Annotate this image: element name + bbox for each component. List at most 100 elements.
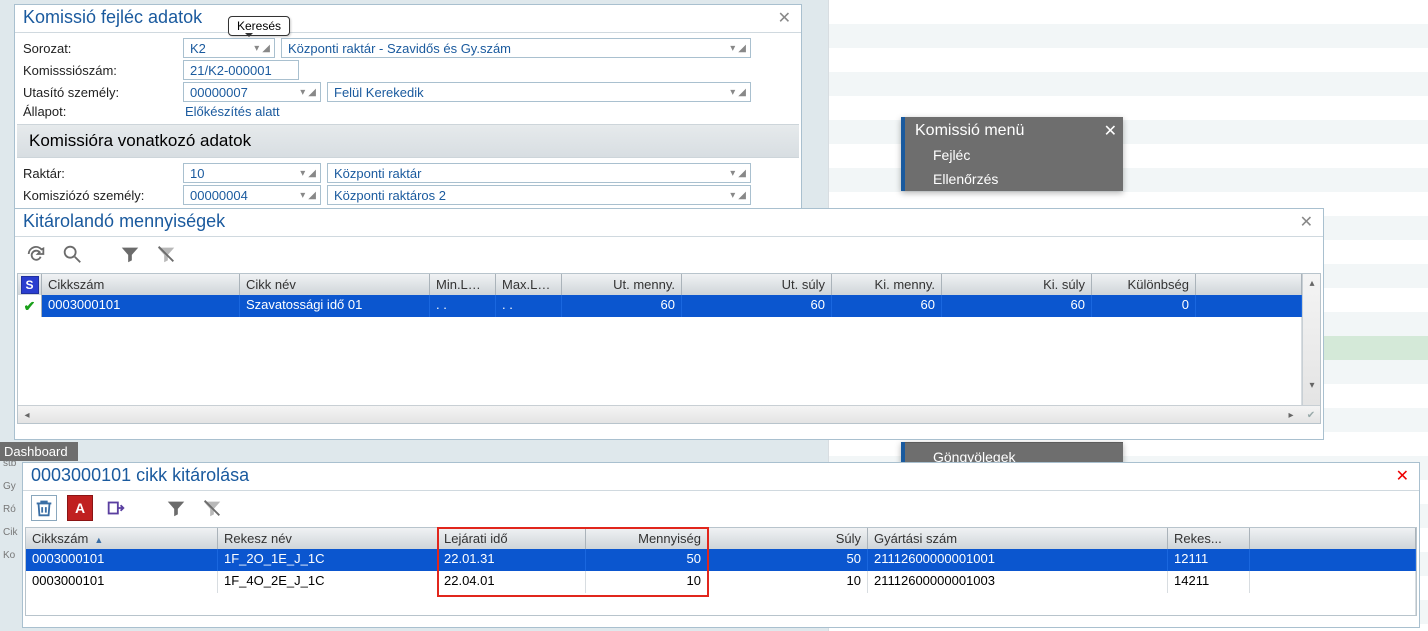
combo-picker-code-value: 00000004 (190, 188, 248, 203)
cell-qty: 50 (586, 549, 708, 571)
pick-grid-header: Cikkszám▲ Rekesz név Lejárati idő Mennyi… (26, 528, 1416, 549)
cell-max: . . (496, 295, 562, 317)
combo-picker-name-value: Központi raktáros 2 (334, 188, 446, 203)
col-mennyiseg[interactable]: Mennyiség (586, 528, 708, 549)
qty-grid-body: ✔ 0003000101 Szavatossági idő 01 . . . .… (18, 295, 1302, 405)
scroll-left-icon[interactable]: ◂ (18, 406, 36, 424)
left-tab[interactable]: Ko (0, 544, 22, 567)
left-tab[interactable]: Gy (0, 475, 22, 498)
delete-icon[interactable] (31, 495, 57, 521)
combo-picker-code[interactable]: 00000004 ▾◢ (183, 185, 321, 205)
col-status[interactable]: S (18, 274, 42, 295)
close-icon[interactable]: ✕ (1296, 212, 1317, 232)
letter-a-icon[interactable]: A (67, 495, 93, 521)
pick-grid: Cikkszám▲ Rekesz név Lejárati idő Mennyi… (25, 527, 1417, 616)
combo-warehouse-code[interactable]: 10 ▾◢ (183, 163, 321, 183)
col-kimenny[interactable]: Ki. menny. (832, 274, 942, 295)
combo-series-desc[interactable]: Központi raktár - Szavidős és Gy.szám ▾◢ (281, 38, 751, 58)
label-instructor: Utasító személy: (23, 85, 183, 100)
close-icon[interactable]: ✕ (1392, 466, 1413, 486)
pick-panel-title: 0003000101 cikk kitárolása (31, 465, 249, 486)
col-lejarati[interactable]: Lejárati idő (438, 528, 586, 549)
combo-instructor-name-value: Felül Kerekedik (334, 85, 424, 100)
confirm-check-icon[interactable]: ✔ (1302, 406, 1320, 424)
filter-icon[interactable] (163, 495, 189, 521)
filter-clear-icon[interactable] (199, 495, 225, 521)
qty-panel: Kitárolandó mennyiségek ✕ S Cikkszám Cik… (14, 208, 1324, 440)
label-series: Sorozat: (23, 41, 183, 56)
context-menu-title-text: Komissió menü (915, 122, 1024, 140)
row-series: Sorozat: K2 ▾◢ Központi raktár - Szavidő… (15, 37, 801, 59)
qty-toolbar (15, 237, 1323, 273)
cell-diff: 0 (1092, 295, 1196, 317)
qty-row-empty (18, 317, 1302, 339)
combo-series-desc-value: Központi raktár - Szavidős és Gy.szám (288, 41, 511, 56)
combo-instructor-code[interactable]: 00000007 ▾◢ (183, 82, 321, 102)
combo-series-code-value: K2 (190, 41, 206, 56)
scroll-up-icon[interactable]: ▴ (1303, 274, 1321, 292)
col-rekesznev[interactable]: Rekesz név (218, 528, 438, 549)
qty-row-empty (18, 361, 1302, 383)
refresh-icon[interactable] (23, 241, 49, 267)
header-panel: Komissió fejléc adatok ✕ Sorozat: K2 ▾◢ … (14, 4, 802, 210)
cell-item: 0003000101 (42, 295, 240, 317)
qty-row-selected[interactable]: ✔ 0003000101 Szavatossági idő 01 . . . .… (18, 295, 1302, 317)
qty-vscroll[interactable]: ▴ ▾ (1302, 274, 1320, 405)
scroll-down-icon[interactable]: ▾ (1303, 376, 1321, 394)
cell-min: . . (430, 295, 496, 317)
filter-clear-icon[interactable] (153, 241, 179, 267)
cell-qty: 10 (586, 571, 708, 593)
tooltip-search: Keresés (228, 16, 290, 36)
col-minl[interactable]: Min.L… (430, 274, 496, 295)
cell-batch: 21112600000001001 (868, 549, 1168, 571)
input-comnumber[interactable]: 21/K2-000001 (183, 60, 299, 80)
pick-grid-body: 0003000101 1F_2O_1E_J_1C 22.01.31 50 50 … (26, 549, 1416, 615)
pick-row[interactable]: 0003000101 1F_4O_2E_J_1C 22.04.01 10 10 … (26, 571, 1416, 593)
pick-toolbar: A (23, 491, 1419, 527)
col-kisuly[interactable]: Ki. súly (942, 274, 1092, 295)
row-instructor: Utasító személy: 00000007 ▾◢ Felül Kerek… (15, 81, 801, 103)
col-gyartasi[interactable]: Gyártási szám (868, 528, 1168, 549)
combo-instructor-name[interactable]: Felül Kerekedik ▾◢ (327, 82, 751, 102)
close-icon[interactable]: ✕ (1104, 121, 1117, 141)
cell-batch: 21112600000001003 (868, 571, 1168, 593)
col-cikknev[interactable]: Cikk név (240, 274, 430, 295)
col-utsuly[interactable]: Ut. súly (682, 274, 832, 295)
left-tab[interactable]: Cik (0, 521, 22, 544)
col-cikkszam[interactable]: Cikkszám (42, 274, 240, 295)
pick-row-selected[interactable]: 0003000101 1F_2O_1E_J_1C 22.01.31 50 50 … (26, 549, 1416, 571)
col-spacer (1250, 528, 1416, 549)
pick-panel-titlebar: 0003000101 cikk kitárolása ✕ (23, 463, 1419, 491)
filter-icon[interactable] (117, 241, 143, 267)
qty-hscroll[interactable]: ◂ ▸ ✔ (18, 405, 1320, 423)
context-item-check[interactable]: Ellenőrzés (905, 167, 1123, 191)
qty-grid-header: S Cikkszám Cikk név Min.L… Max.L… Ut. me… (18, 274, 1302, 295)
context-menu-title: Komissió menü ✕ (905, 117, 1123, 143)
col-utmenny[interactable]: Ut. menny. (562, 274, 682, 295)
row-state: Állapot: Előkészítés alatt (15, 103, 801, 120)
col-suly[interactable]: Súly (708, 528, 868, 549)
col-kulonbseg[interactable]: Különbség (1092, 274, 1196, 295)
combo-warehouse-code-value: 10 (190, 166, 204, 181)
left-tab[interactable]: stb (0, 452, 22, 475)
row-comnumber: Komisssiószám: 21/K2-000001 (15, 59, 801, 81)
header-panel-title: Komissió fejléc adatok (23, 7, 202, 28)
scroll-right-icon[interactable]: ▸ (1282, 406, 1300, 424)
combo-warehouse-name[interactable]: Központi raktár ▾◢ (327, 163, 751, 183)
cell-bin: 1F_4O_2E_J_1C (218, 571, 438, 593)
col-maxl[interactable]: Max.L… (496, 274, 562, 295)
col-cikkszam[interactable]: Cikkszám▲ (26, 528, 218, 549)
close-icon[interactable]: ✕ (774, 8, 795, 28)
combo-picker-name[interactable]: Központi raktáros 2 ▾◢ (327, 185, 751, 205)
export-icon[interactable] (103, 495, 129, 521)
combo-series-code[interactable]: K2 ▾◢ (183, 38, 275, 58)
context-item-header[interactable]: Fejléc (905, 143, 1123, 167)
qty-panel-titlebar: Kitárolandó mennyiségek ✕ (15, 209, 1323, 237)
col-spacer (1196, 274, 1302, 295)
left-tab[interactable]: Ró (0, 498, 22, 521)
col-rekes[interactable]: Rekes... (1168, 528, 1250, 549)
header-panel-titlebar: Komissió fejléc adatok ✕ (15, 5, 801, 33)
search-icon[interactable] (59, 241, 85, 267)
cell-rek: 14211 (1168, 571, 1250, 593)
pick-row-empty (26, 593, 1416, 615)
